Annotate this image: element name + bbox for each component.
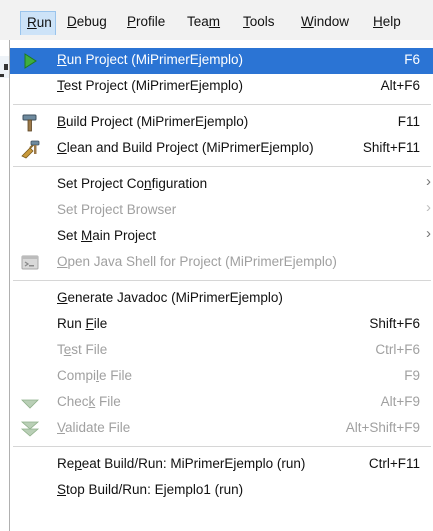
shortcut-label: Ctrl+F11 [368,456,420,471]
menu-item-test-file: Test File Ctrl+F6 [10,338,433,364]
menu-separator [13,166,431,167]
broom-hammer-icon [20,139,40,159]
menu-item-test-project[interactable]: Test Project (MiPrimerEjemplo) Alt+F6 [10,74,433,100]
menu-item-label: Run Project (MiPrimerEjemplo) [57,52,244,67]
menu-item-label: Validate File [57,420,131,435]
menu-item-open-java-shell-for-project: Open Java Shell for Project (MiPrimerEje… [10,250,433,276]
submenu-arrow-icon: › [426,225,431,242]
check-file-icon [20,393,40,413]
submenu-arrow-icon: › [426,173,431,190]
menu-item-label: Test File [57,342,108,357]
menu-item-label: Stop Build/Run: Ejemplo1 (run) [57,482,244,497]
background-window-fragment [0,74,4,77]
menu-tools[interactable]: Tools [243,11,275,35]
menu-item-check-file: Check File Alt+F9 [10,390,433,416]
shortcut-label: F6 [404,52,420,67]
menu-item-label: Clean and Build Project (MiPrimerEjemplo… [57,140,314,155]
menu-item-label: Generate Javadoc (MiPrimerEjemplo) [57,290,283,305]
java-shell-icon [20,253,40,273]
menu-item-set-project-configuration[interactable]: Set Project Configuration › [10,172,433,198]
menu-item-label: Test Project (MiPrimerEjemplo) [57,78,244,93]
menu-item-label: Check File [57,394,121,409]
menu-item-label: Set Project Browser [57,202,177,217]
menu-item-label: Set Project Configuration [57,176,208,191]
submenu-arrow-icon: › [426,199,431,216]
shortcut-label: Alt+Shift+F9 [345,420,420,435]
menu-item-set-main-project[interactable]: Set Main Project › [10,224,433,250]
validate-file-icon [20,419,40,439]
menu-team[interactable]: Team [187,11,220,35]
menu-help[interactable]: Help [373,11,401,35]
run-triangle-icon [20,51,40,71]
menu-bar: Run Debug Profile Team Tools Window Help [0,0,433,40]
menu-item-set-project-browser: Set Project Browser › [10,198,433,224]
menu-item-label: Build Project (MiPrimerEjemplo) [57,114,249,129]
menu-window[interactable]: Window [301,11,349,35]
hammer-icon [20,113,40,133]
menu-item-label: Set Main Project [57,228,157,243]
menu-separator [13,280,431,281]
shortcut-label: Alt+F9 [380,394,420,409]
menu-item-label: Compile File [57,368,133,383]
menu-item-run-project[interactable]: Run Project (MiPrimerEjemplo) F6 [10,48,433,74]
menu-item-compile-file: Compile File F9 [10,364,433,390]
shortcut-label: F11 [397,114,420,129]
menu-separator [13,446,431,447]
menu-run[interactable]: Run [20,11,56,35]
shortcut-label: Shift+F11 [362,140,420,155]
menu-profile[interactable]: Profile [127,11,165,35]
menu-item-clean-and-build-project[interactable]: Clean and Build Project (MiPrimerEjemplo… [10,136,433,162]
menu-item-repeat-build-run-miprimerejemplo[interactable]: Repeat Build/Run: MiPrimerEjemplo (run) C… [10,452,433,478]
menu-separator [13,104,431,105]
menu-item-run-file[interactable]: Run File Shift+F6 [10,312,433,338]
background-window-fragment [4,64,8,70]
run-menu-dropdown: Run Project (MiPrimerEjemplo) F6 Test Proj… [9,40,433,531]
shortcut-label: F9 [404,368,420,383]
menu-item-stop-build-run-ejemplo1[interactable]: Stop Build/Run: Ejemplo1 (run) [10,478,433,504]
shortcut-label: Alt+F6 [380,78,420,93]
menu-item-validate-file: Validate File Alt+Shift+F9 [10,416,433,442]
menu-item-label: Open Java Shell for Project (MiPrimerEje… [57,254,337,269]
menu-item-generate-javadoc[interactable]: Generate Javadoc (MiPrimerEjemplo) [10,286,433,312]
menu-item-label: Repeat Build/Run: MiPrimerEjemplo (run) [57,456,306,471]
menu-item-build-project[interactable]: Build Project (MiPrimerEjemplo) F11 [10,110,433,136]
menu-item-label: Run File [57,316,108,331]
menu-debug[interactable]: Debug [67,11,107,35]
shortcut-label: Shift+F6 [369,316,420,331]
shortcut-label: Ctrl+F6 [375,342,420,357]
